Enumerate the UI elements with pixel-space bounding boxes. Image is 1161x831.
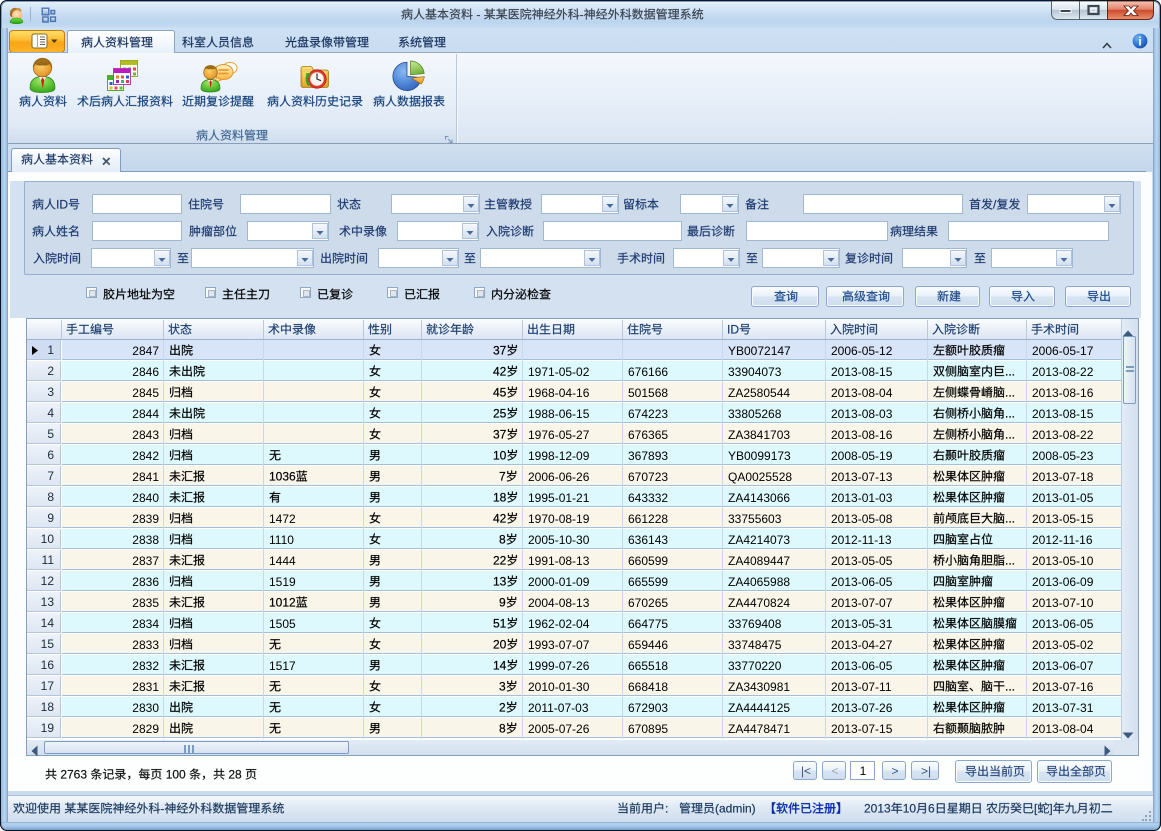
svg-text:...: ... [1005, 407, 1015, 421]
svg-text:...: ... [1005, 428, 1015, 442]
svg-text:14: 14 [493, 659, 507, 673]
svg-text:37: 37 [493, 344, 507, 358]
svg-text:2: 2 [499, 701, 506, 715]
svg-text:...: ... [1005, 554, 1015, 568]
svg-text:-: - [160, 802, 164, 816]
svg-text:2013: 2013 [864, 802, 891, 816]
svg-text:1012: 1012 [269, 596, 296, 610]
svg-text:[: [ [1034, 802, 1038, 816]
svg-text:51: 51 [493, 617, 507, 631]
svg-text:37: 37 [493, 428, 507, 442]
svg-text:...: ... [1005, 386, 1015, 400]
svg-text:10: 10 [493, 449, 507, 463]
svg-text::: : [665, 802, 668, 816]
svg-text:ID: ID [727, 323, 739, 337]
svg-text:13: 13 [493, 575, 507, 589]
svg-text:-: - [579, 8, 583, 22]
svg-text:28: 28 [225, 768, 245, 782]
svg-text:18: 18 [493, 491, 507, 505]
svg-text:9: 9 [499, 596, 506, 610]
svg-text:10: 10 [903, 802, 917, 816]
svg-text:2763: 2763 [57, 768, 90, 782]
svg-text:...: ... [1005, 365, 1015, 379]
svg-text:6: 6 [928, 802, 935, 816]
svg-text:]: ] [1049, 802, 1052, 816]
svg-text:...: ... [1005, 512, 1015, 526]
svg-text:i: i [1138, 35, 1141, 49]
svg-text:8: 8 [499, 722, 506, 736]
svg-text:(admin): (admin) [715, 802, 756, 816]
svg-text:8: 8 [499, 533, 506, 547]
svg-text:42: 42 [493, 512, 507, 526]
svg-text:100: 100 [162, 768, 189, 782]
svg-text:7: 7 [499, 470, 506, 484]
svg-text:...: ... [1005, 680, 1015, 694]
svg-text:22: 22 [493, 554, 507, 568]
svg-text:20: 20 [493, 638, 507, 652]
svg-text:45: 45 [493, 386, 507, 400]
svg-text:25: 25 [493, 407, 507, 421]
svg-text:-: - [473, 8, 484, 22]
svg-text:ID: ID [56, 198, 68, 212]
svg-text:/: / [993, 198, 997, 212]
svg-text:1036: 1036 [269, 470, 296, 484]
svg-text:3: 3 [499, 680, 506, 694]
svg-text:42: 42 [493, 365, 507, 379]
